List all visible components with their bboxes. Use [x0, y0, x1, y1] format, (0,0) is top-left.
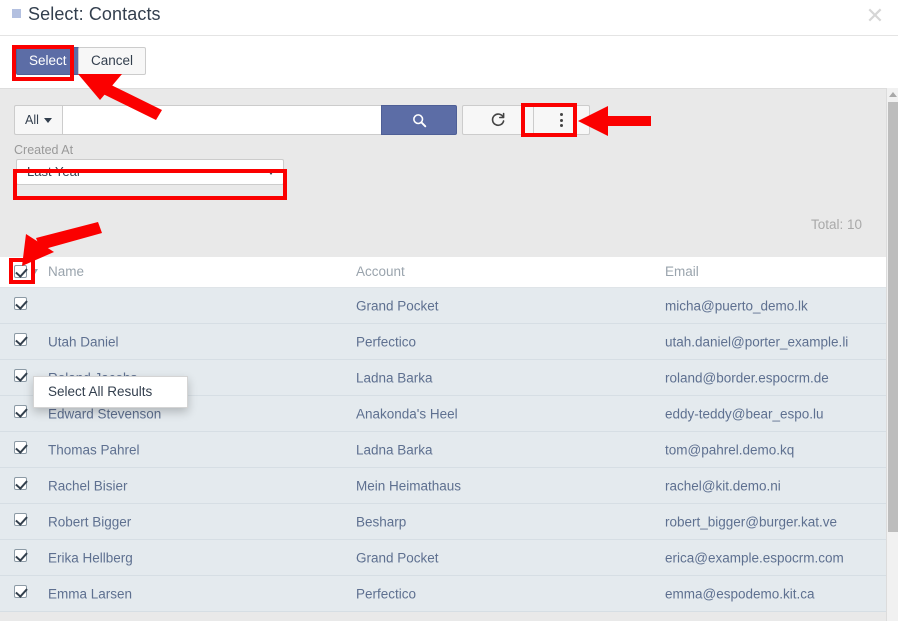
select-all-dropdown-menu: Select All Results — [33, 376, 188, 408]
vertical-scrollbar[interactable] — [886, 88, 898, 621]
row-checkbox[interactable] — [14, 368, 27, 382]
table-row[interactable]: Robert Bigger Besharp robert_bigger@burger… — [0, 504, 886, 540]
chevron-down-icon — [267, 169, 275, 175]
cell-account[interactable]: Besharp — [356, 514, 406, 529]
search-button[interactable] — [381, 105, 457, 135]
table-row[interactable]: Erika Hellberg Grand Pocket erica@example.… — [0, 540, 886, 576]
scrollbar-thumb[interactable] — [888, 102, 898, 532]
cell-email[interactable]: rachel@kit.demo.ni — [665, 478, 781, 493]
cell-name[interactable]: Utah Daniel — [48, 334, 119, 349]
table-row[interactable]: Utah Daniel Perfectico utah.daniel@porter_… — [0, 324, 886, 360]
chevron-down-icon[interactable] — [32, 269, 38, 274]
search-scope-label: All — [25, 113, 39, 127]
search-icon — [412, 113, 426, 127]
cell-account[interactable]: Grand Pocket — [356, 298, 439, 313]
table-row[interactable]: Grand Pocket micha@puerto_demo.lk — [0, 288, 886, 324]
row-checkbox[interactable] — [14, 296, 27, 310]
cell-name[interactable]: Rachel Bisier — [48, 478, 128, 493]
cell-account[interactable]: Anakonda's Heel — [356, 406, 458, 421]
row-checkbox[interactable] — [14, 332, 27, 346]
cell-email[interactable]: utah.daniel@porter_example.li — [665, 334, 848, 349]
modal-button-bar: Select Cancel — [0, 36, 898, 88]
row-checkbox-cell — [14, 584, 27, 603]
select-button[interactable]: Select — [16, 47, 80, 75]
refresh-icon — [491, 112, 505, 127]
row-checkbox[interactable] — [14, 512, 27, 526]
list-rows-container: Grand Pocket micha@puerto_demo.lk Utah Dan… — [0, 288, 886, 612]
vertical-dots-icon — [560, 113, 563, 127]
cell-account[interactable]: Ladna Barka — [356, 370, 433, 385]
close-icon[interactable]: ✕ — [862, 4, 888, 30]
column-header-name[interactable]: Name — [48, 264, 84, 279]
row-checkbox-cell — [14, 296, 27, 315]
cell-account[interactable]: Perfectico — [356, 334, 416, 349]
cell-email[interactable]: emma@espodemo.kit.ca — [665, 586, 815, 601]
modal-header: Select: Contacts ✕ — [0, 0, 898, 36]
scroll-up-arrow-icon[interactable] — [887, 88, 898, 101]
search-input[interactable] — [62, 105, 381, 135]
select-all-checkbox[interactable] — [14, 265, 27, 278]
cell-account[interactable]: Grand Pocket — [356, 550, 439, 565]
row-checkbox-cell — [14, 440, 27, 459]
filter-label-created-at: Created At — [14, 143, 74, 157]
page-title-text: Select: Contacts — [28, 4, 161, 24]
row-checkbox[interactable] — [14, 548, 27, 562]
cell-email[interactable]: micha@puerto_demo.lk — [665, 298, 808, 313]
row-checkbox[interactable] — [14, 584, 27, 598]
contacts-list: Name Account Email Grand Pocket micha@pue… — [0, 257, 886, 612]
cell-email[interactable]: erica@example.espocrm.com — [665, 550, 844, 565]
cell-name[interactable]: Erika Hellberg — [48, 550, 133, 565]
chevron-down-icon — [43, 117, 52, 123]
search-scope-dropdown[interactable]: All — [14, 105, 62, 135]
row-checkbox-cell — [14, 332, 27, 351]
more-options-button[interactable] — [534, 105, 590, 135]
row-checkbox-cell — [14, 512, 27, 531]
list-header-row: Name Account Email — [0, 257, 886, 288]
table-row[interactable]: Rachel Bisier Mein Heimathaus rachel@kit.d… — [0, 468, 886, 504]
cell-email[interactable]: tom@pahrel.demo.kq — [665, 442, 794, 457]
modal-body-panel: All Created At Last Year Total: 10 Name … — [0, 88, 886, 621]
filter-value-created-at: Last Year — [27, 164, 82, 179]
select-all-cell — [14, 265, 38, 278]
cell-account[interactable]: Mein Heimathaus — [356, 478, 461, 493]
row-checkbox[interactable] — [14, 440, 27, 454]
refresh-button[interactable] — [462, 105, 534, 135]
cell-email[interactable]: roland@border.espocrm.de — [665, 370, 829, 385]
row-checkbox-cell — [14, 548, 27, 567]
total-count: Total: 10 — [810, 217, 862, 232]
cell-email[interactable]: eddy-teddy@bear_espo.lu — [665, 406, 824, 421]
column-header-email[interactable]: Email — [665, 264, 699, 279]
search-group: All — [14, 105, 457, 135]
filter-select-created-at[interactable]: Last Year — [16, 159, 284, 185]
row-checkbox[interactable] — [14, 404, 27, 418]
column-header-account[interactable]: Account — [356, 264, 405, 279]
row-checkbox-cell — [14, 368, 27, 387]
page-title: Select: Contacts — [12, 4, 161, 25]
row-checkbox-cell — [14, 476, 27, 495]
cell-name[interactable]: Edward Stevenson — [48, 406, 161, 421]
cell-email[interactable]: robert_bigger@burger.kat.ve — [665, 514, 837, 529]
row-checkbox[interactable] — [14, 476, 27, 490]
cell-name[interactable]: Robert Bigger — [48, 514, 131, 529]
cancel-button[interactable]: Cancel — [78, 47, 147, 75]
row-checkbox-cell — [14, 404, 27, 423]
cell-name[interactable]: Thomas Pahrel — [48, 442, 140, 457]
square-icon — [12, 9, 21, 18]
cell-name[interactable]: Emma Larsen — [48, 586, 132, 601]
menu-item-select-all-results[interactable]: Select All Results — [34, 377, 187, 399]
table-row[interactable]: Thomas Pahrel Ladna Barka tom@pahrel.demo.… — [0, 432, 886, 468]
cell-account[interactable]: Perfectico — [356, 586, 416, 601]
table-row[interactable]: Emma Larsen Perfectico emma@espodemo.kit.c… — [0, 576, 886, 612]
cell-account[interactable]: Ladna Barka — [356, 442, 433, 457]
